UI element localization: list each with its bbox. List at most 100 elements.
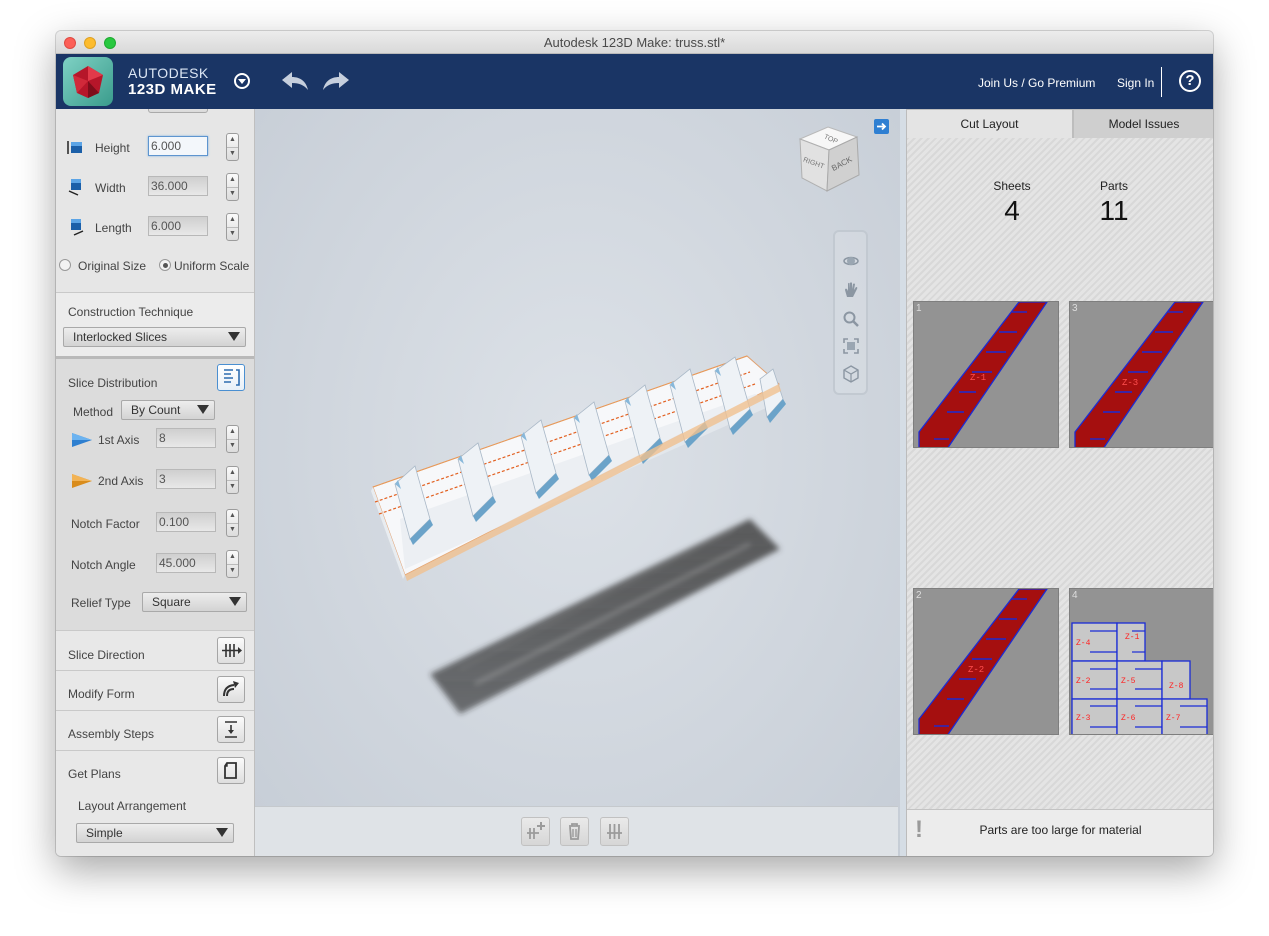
- add-slice-icon: [527, 822, 545, 839]
- length-stepper[interactable]: ▲ ▼: [226, 213, 239, 241]
- height-label: Height: [95, 141, 130, 155]
- length-input[interactable]: 6.000: [148, 216, 208, 236]
- modify-form-button[interactable]: [217, 676, 245, 703]
- slice-direction-button[interactable]: [217, 637, 245, 664]
- first-axis-stepper[interactable]: ▲ ▼: [226, 425, 239, 453]
- original-size-radio[interactable]: [59, 259, 71, 271]
- get-plans-section: Get Plans Layout Arrangement Simple: [56, 750, 254, 856]
- relief-type-dropdown[interactable]: Square: [142, 592, 247, 612]
- sheets-count: 4: [1004, 195, 1020, 226]
- second-axis-input[interactable]: 3: [156, 469, 216, 489]
- part-label: Z-1: [1125, 633, 1140, 642]
- sheet-thumbnail[interactable]: 2 Z-2: [913, 588, 1059, 735]
- modify-form-section[interactable]: Modify Form: [56, 670, 254, 710]
- brand-company: AUTODESK: [128, 65, 209, 81]
- zoom-icon[interactable]: [842, 310, 860, 328]
- tab-cut-layout[interactable]: Cut Layout: [907, 109, 1073, 138]
- slice-tools-button[interactable]: [600, 817, 629, 846]
- notch-factor-stepper[interactable]: ▲ ▼: [226, 509, 239, 537]
- get-plans-icon: [224, 762, 237, 779]
- parts-label: Parts: [1099, 179, 1128, 193]
- sheets-label: Sheets: [993, 179, 1031, 193]
- modify-form-icon: [223, 681, 239, 697]
- notch-factor-input[interactable]: 0.100: [156, 512, 216, 532]
- status-bar: ! Parts are too large for material: [907, 809, 1213, 856]
- sheet-thumbnail[interactable]: 3 Z-3: [1069, 301, 1213, 448]
- part-label: Z-2: [1076, 677, 1091, 686]
- second-axis-label: 2nd Axis: [98, 474, 144, 488]
- tab-model-issues[interactable]: Model Issues: [1073, 109, 1213, 138]
- height-input[interactable]: 6.000: [148, 136, 208, 156]
- zoom-window-button[interactable]: [104, 37, 116, 49]
- width-stepper[interactable]: ▲ ▼: [226, 173, 239, 201]
- uniform-scale-label: Uniform Scale: [174, 259, 250, 273]
- redo-icon[interactable]: [321, 70, 351, 92]
- left-panel: Height 6.000 ▲ ▼ Width 36.000 ▲ ▼ Length 6…: [56, 109, 255, 856]
- parts-count: 11: [1099, 195, 1129, 226]
- help-icon[interactable]: ?: [1179, 70, 1201, 92]
- slice-tools-icon: [607, 824, 622, 839]
- slice-direction-label: Slice Direction: [68, 648, 145, 662]
- modify-form-label: Modify Form: [68, 687, 135, 701]
- collapse-panel-icon[interactable]: [874, 119, 889, 134]
- part-label: Z-4: [1076, 639, 1091, 648]
- truss-model[interactable]: [355, 339, 795, 729]
- assembly-steps-icon: [225, 721, 237, 738]
- notch-angle-stepper[interactable]: ▲ ▼: [226, 550, 239, 578]
- second-axis-stepper[interactable]: ▲ ▼: [226, 466, 239, 494]
- sheet-number: 1: [916, 303, 922, 314]
- notch-angle-input[interactable]: 45.000: [156, 553, 216, 573]
- width-input[interactable]: 36.000: [148, 176, 208, 196]
- construction-dropdown[interactable]: Interlocked Slices: [63, 327, 246, 347]
- navigation-toolbar: [833, 230, 868, 395]
- title-bar: Autodesk 123D Make: truss.stl*: [56, 31, 1213, 54]
- status-message: Parts are too large for material: [979, 823, 1142, 837]
- assembly-steps-button[interactable]: [217, 716, 245, 743]
- app-menu-dropdown-icon[interactable]: [234, 73, 250, 89]
- sheet-thumbnail[interactable]: 1 Z-1: [913, 301, 1059, 448]
- slice-distribution-icon: [224, 369, 240, 386]
- relief-type-value: Square: [152, 595, 191, 609]
- 3d-viewport[interactable]: TOP RIGHT BACK: [255, 109, 900, 856]
- height-stepper[interactable]: ▲ ▼: [226, 133, 239, 161]
- method-label: Method: [73, 405, 114, 419]
- assembly-steps-label: Assembly Steps: [68, 727, 155, 741]
- chevron-down-icon: [216, 828, 228, 837]
- sign-in-link[interactable]: Sign In: [1117, 76, 1154, 90]
- slice-distribution-section: Slice Distribution Method By Count 1st A…: [56, 356, 254, 630]
- pan-hand-icon[interactable]: [842, 281, 860, 299]
- relief-type-label: Relief Type: [71, 596, 131, 610]
- slice-distribution-button[interactable]: [217, 364, 245, 391]
- app-logo-icon[interactable]: [63, 57, 113, 106]
- app-window: Autodesk 123D Make: truss.stl* AUTODESK …: [56, 31, 1213, 856]
- original-size-label: Original Size: [78, 259, 147, 273]
- close-window-button[interactable]: [64, 37, 76, 49]
- length-label: Length: [95, 221, 132, 235]
- home-view-icon[interactable]: [842, 365, 860, 383]
- fit-view-icon[interactable]: [842, 337, 860, 355]
- assembly-steps-section[interactable]: Assembly Steps: [56, 710, 254, 750]
- layout-arrangement-dropdown[interactable]: Simple: [76, 823, 234, 843]
- length-icon: [71, 219, 84, 236]
- right-panel: Cut Layout Model Issues Sheets 4 Parts 1…: [906, 109, 1213, 856]
- delete-slice-button[interactable]: [560, 817, 589, 846]
- construction-value: Interlocked Slices: [73, 330, 168, 344]
- scrolled-top-button[interactable]: [148, 109, 208, 113]
- get-plans-button[interactable]: [217, 757, 245, 784]
- sheet-thumbnail[interactable]: 4 Z-4 Z-1 Z-2 Z-5 Z-8 Z-3 Z-6 Z-7: [1069, 588, 1213, 735]
- slice-direction-section[interactable]: Slice Direction: [56, 630, 254, 670]
- orbit-icon[interactable]: [842, 252, 860, 270]
- app-header: AUTODESK 123D MAKE Join Us / Go Premium …: [56, 54, 1213, 109]
- join-premium-link[interactable]: Join Us / Go Premium: [978, 76, 1095, 90]
- minimize-window-button[interactable]: [84, 37, 96, 49]
- view-cube[interactable]: TOP RIGHT BACK: [795, 123, 865, 195]
- construction-label: Construction Technique: [68, 305, 194, 319]
- viewport-bottom-toolbar: [255, 806, 898, 856]
- first-axis-input[interactable]: 8: [156, 428, 216, 448]
- slice-distribution-title: Slice Distribution: [68, 376, 158, 390]
- add-slice-button[interactable]: [521, 817, 550, 846]
- get-plans-label: Get Plans: [68, 767, 121, 781]
- uniform-scale-radio[interactable]: [159, 259, 171, 271]
- method-dropdown[interactable]: By Count: [121, 400, 215, 420]
- undo-icon[interactable]: [280, 70, 310, 92]
